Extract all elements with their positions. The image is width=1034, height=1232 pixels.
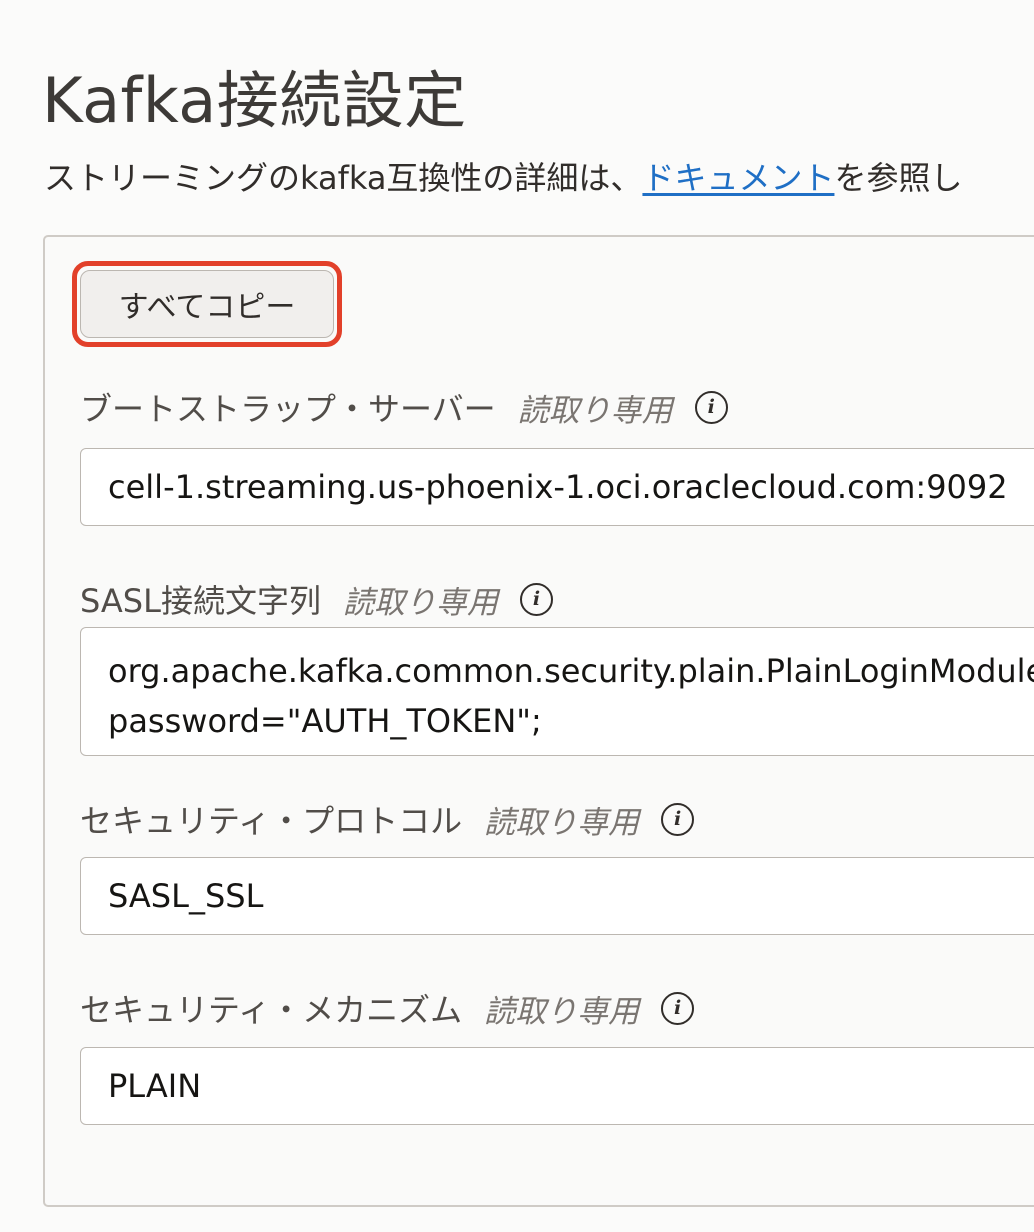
intro-text: ストリーミングのkafka互換性の詳細は、ドキュメントを参照し (44, 158, 962, 200)
copy-all-button[interactable]: すべてコピー (80, 270, 334, 338)
security-protocol-field[interactable]: SASL_SSL (80, 857, 1034, 935)
sasl-connection-line-1: org.apache.kafka.common.security.plain.P… (108, 652, 1034, 690)
sasl-connection-line-2: password="AUTH_TOKEN"; (108, 702, 542, 740)
security-protocol-label: セキュリティ・プロトコル (80, 802, 463, 840)
sasl-connection-label: SASL接続文字列 (80, 582, 321, 620)
info-icon[interactable]: i (661, 802, 695, 836)
page-title: Kafka接続設定 (42, 63, 467, 137)
security-mechanism-label: セキュリティ・メカニズム (80, 991, 463, 1029)
sasl-connection-field[interactable]: org.apache.kafka.common.security.plain.P… (80, 627, 1034, 756)
bootstrap-server-label-row: ブートストラップ・サーバー 読取り専用 i (80, 384, 728, 430)
info-icon[interactable]: i (694, 390, 728, 424)
security-mechanism-label-row: セキュリティ・メカニズム 読取り専用 i (80, 985, 695, 1031)
intro-text-before: ストリーミングのkafka互換性の詳細は、 (44, 159, 643, 197)
read-only-tag: 読取り専用 (342, 584, 498, 621)
read-only-tag: 読取り専用 (517, 392, 673, 429)
read-only-tag: 読取り専用 (484, 993, 640, 1030)
info-icon[interactable]: i (661, 991, 695, 1025)
security-mechanism-field[interactable]: PLAIN (80, 1047, 1034, 1125)
bootstrap-server-field[interactable]: cell-1.streaming.us-phoenix-1.oci.oracle… (80, 448, 1034, 526)
sasl-connection-label-row: SASL接続文字列 読取り専用 i (80, 576, 553, 622)
read-only-tag: 読取り専用 (484, 804, 640, 841)
info-icon[interactable]: i (519, 582, 553, 616)
bootstrap-server-label: ブートストラップ・サーバー (80, 390, 496, 428)
intro-text-after: を参照し (834, 159, 963, 197)
security-protocol-label-row: セキュリティ・プロトコル 読取り専用 i (80, 796, 695, 842)
documentation-link[interactable]: ドキュメント (642, 159, 834, 197)
